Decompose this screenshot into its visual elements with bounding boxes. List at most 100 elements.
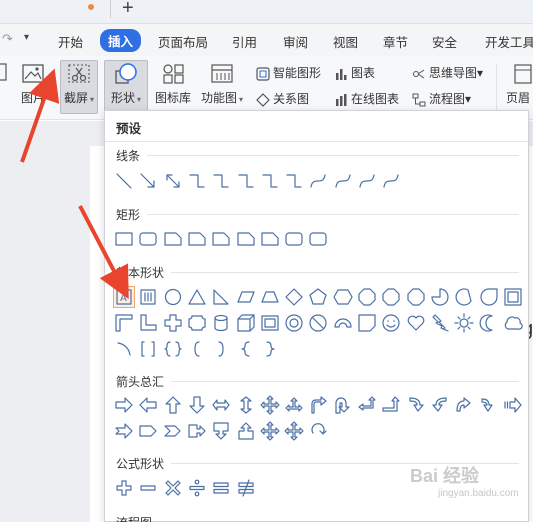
curve-shape[interactable] [308,171,328,191]
mind-map-button[interactable]: 思维导图▾ [412,64,483,81]
tab-insert[interactable]: 插入 [100,29,142,52]
dcallout-shape[interactable] [211,421,231,441]
uarrow-shape[interactable] [163,395,183,415]
eqmul-shape[interactable] [163,478,183,498]
tab-security[interactable]: 安全 [432,32,457,51]
quadarrow-shape[interactable] [260,395,280,415]
line-shape[interactable] [114,171,134,191]
rbrace-shape[interactable] [260,339,280,359]
cloud-shape[interactable] [503,313,523,333]
donut-shape[interactable] [284,313,304,333]
can-shape[interactable] [211,313,231,333]
bolt-shape[interactable] [430,313,450,333]
striped-shape[interactable] [503,395,523,415]
oct-shape[interactable] [357,287,377,307]
leftup-shape[interactable] [357,395,377,415]
smart-graphic-button[interactable]: 智能图形 [256,64,321,81]
halfframe-shape[interactable] [114,313,134,333]
fold-shape[interactable] [357,313,377,333]
curveright-shape[interactable] [406,395,426,415]
heart-shape[interactable] [406,313,426,333]
arc-shape[interactable] [333,313,353,333]
pent-shape[interactable] [308,287,328,307]
curve-shape[interactable] [381,171,401,191]
text-box-shape[interactable]: A [113,286,135,308]
nosym-shape[interactable] [308,313,328,333]
oct-shape[interactable] [381,287,401,307]
quick-access-dropdown-icon[interactable]: ▾ [24,32,29,43]
tab-developer-tools[interactable]: 开发工具 [485,32,533,51]
brackets-shape[interactable] [138,339,158,359]
chord-shape[interactable] [454,287,474,307]
chevron-shape[interactable] [163,421,183,441]
shape-button[interactable]: 形状 ▾ [104,62,148,106]
bevel-shape[interactable] [260,313,280,333]
diamond-shape[interactable] [284,287,304,307]
moon-shape[interactable] [479,313,499,333]
circarrow-shape[interactable] [308,421,328,441]
lshape-shape[interactable] [138,313,158,333]
plaque-shape[interactable] [187,313,207,333]
tab-chapter[interactable]: 章节 [383,32,408,51]
lbrace-shape[interactable] [236,339,256,359]
pentarrow-shape[interactable] [138,421,158,441]
eqne-shape[interactable] [236,478,256,498]
chart-button[interactable]: 图表 [334,64,375,81]
icon-library-button[interactable]: 图标库 [154,62,192,106]
tear-shape[interactable] [479,287,499,307]
curvedown-shape[interactable] [479,395,499,415]
rrect-shape[interactable] [138,229,158,249]
curve-shape[interactable] [333,171,353,191]
trap-shape[interactable] [260,287,280,307]
tri-shape[interactable] [187,287,207,307]
quadarrow-shape[interactable] [284,421,304,441]
darrow-shape[interactable] [187,395,207,415]
mind-map-dropdown-icon[interactable]: ▾ [477,66,483,80]
screenshot-button[interactable]: 截屏 ▾ [60,62,98,106]
lbracket-shape[interactable] [187,339,207,359]
online-chart-button[interactable]: 在线图表 [334,90,399,107]
rarrow-shape[interactable] [114,395,134,415]
rbracket-shape[interactable] [211,339,231,359]
oct-shape[interactable] [406,287,426,307]
elbow-shape[interactable] [187,171,207,191]
para-shape[interactable] [236,287,256,307]
bentup-shape[interactable] [381,395,401,415]
snip-shape[interactable] [187,229,207,249]
eqplus-shape[interactable] [114,478,134,498]
snip-shape[interactable] [211,229,231,249]
redo-icon[interactable]: ↷ [2,31,13,47]
snip-shape[interactable] [260,229,280,249]
tab-view[interactable]: 视图 [333,32,358,51]
cube-shape[interactable] [236,313,256,333]
flowchart-dropdown-icon[interactable]: ▾ [465,92,471,106]
table-button[interactable] [0,62,8,87]
elbow-shape[interactable] [236,171,256,191]
lrarrow-shape[interactable] [211,395,231,415]
rect-shape[interactable] [114,229,134,249]
tab-home[interactable]: 开始 [58,32,83,51]
plus-shape[interactable] [163,313,183,333]
dblarrow-shape[interactable] [163,171,183,191]
tab-review[interactable]: 审阅 [283,32,308,51]
eqminus-shape[interactable] [138,478,158,498]
elbow-shape[interactable] [284,171,304,191]
pie-shape[interactable] [430,287,450,307]
function-chart-button[interactable]: 功能图 ▾ [198,62,246,106]
udarrow-shape[interactable] [236,395,256,415]
relation-chart-button[interactable]: 关系图 [256,90,309,107]
flowchart-button[interactable]: 流程图▾ [412,90,471,107]
snip-shape[interactable] [163,229,183,249]
rtri-shape[interactable] [211,287,231,307]
screenshot-dropdown-icon[interactable]: ▾ [90,95,94,104]
rrect-shape[interactable] [308,229,328,249]
function-chart-dropdown-icon[interactable]: ▾ [239,95,243,104]
eqeq-shape[interactable] [211,478,231,498]
snip-shape[interactable] [236,229,256,249]
hex-shape[interactable] [333,287,353,307]
elbow-shape[interactable] [260,171,280,191]
shape-dropdown-icon[interactable]: ▾ [137,95,141,104]
curveleft-shape[interactable] [430,395,450,415]
tab-page-layout[interactable]: 页面布局 [158,32,208,51]
bentarrow-shape[interactable] [308,395,328,415]
